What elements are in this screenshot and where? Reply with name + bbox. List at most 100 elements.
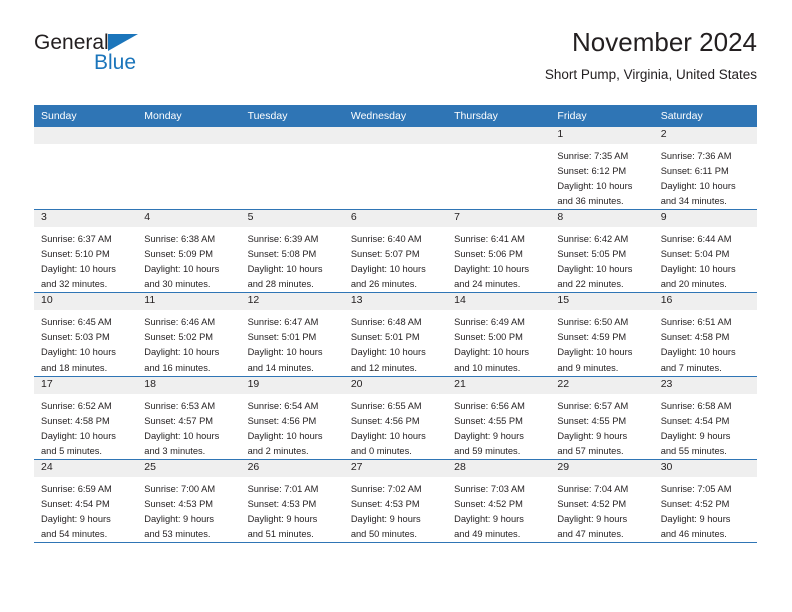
daylight-duration-line2: and 3 minutes. — [144, 445, 206, 456]
sunset-time: Sunset: 5:02 PM — [144, 332, 214, 343]
calendar-day-cell[interactable]: 27 Sunrise: 7:02 AM Sunset: 4:53 PM Dayligh… — [343, 458, 448, 543]
daylight-duration-line1: Daylight: 10 hours — [350, 347, 426, 358]
calendar-day-cell-empty — [343, 127, 448, 210]
calendar-day-cell[interactable]: 29 Sunrise: 7:04 AM Sunset: 4:52 PM Dayligh… — [550, 458, 654, 543]
sunrise-time: Sunrise: 7:35 AM — [557, 151, 629, 161]
day-details: Sunrise: 7:03 AM Sunset: 4:52 PM Daylight:… — [447, 477, 550, 542]
daylight-duration-line2: and 51 minutes. — [247, 528, 314, 539]
calendar-day-cell[interactable]: 13 Sunrise: 6:48 AM Sunset: 5:01 PM Dayligh… — [343, 292, 448, 377]
day-details: Sunrise: 7:04 AM Sunset: 4:52 PM Daylight:… — [550, 477, 653, 542]
calendar-day-cell[interactable]: 12 Sunrise: 6:47 AM Sunset: 5:01 PM Dayligh… — [240, 292, 344, 377]
day-number: 15 — [550, 293, 654, 311]
daylight-duration-line2: and 54 minutes. — [41, 528, 108, 539]
calendar-day-cell[interactable]: 26 Sunrise: 7:01 AM Sunset: 4:53 PM Dayligh… — [240, 458, 344, 543]
calendar-day-cell-empty — [240, 127, 344, 210]
calendar-day-cell[interactable]: 22 Sunrise: 6:57 AM Sunset: 4:55 PM Dayligh… — [550, 375, 654, 460]
calendar-day-cell[interactable]: 21 Sunrise: 6:56 AM Sunset: 4:55 PM Dayligh… — [447, 375, 551, 460]
daylight-duration-line1: Daylight: 10 hours — [557, 181, 633, 192]
general-blue-logo[interactable]: General Blue — [34, 32, 164, 80]
calendar-day-cell[interactable]: 8 Sunrise: 6:42 AM Sunset: 5:05 PM Daylight… — [550, 209, 654, 293]
sunrise-time: Sunrise: 6:51 AM — [660, 317, 732, 328]
calendar-day-cell[interactable]: 23 Sunrise: 6:58 AM Sunset: 4:54 PM Dayligh… — [653, 375, 757, 460]
calendar-day-cell[interactable]: 5 Sunrise: 6:39 AM Sunset: 5:08 PM Daylight… — [240, 209, 344, 293]
sunrise-time: Sunrise: 6:50 AM — [557, 317, 629, 328]
daylight-duration-line2: and 0 minutes. — [350, 445, 412, 456]
daylight-duration-line1: Daylight: 10 hours — [41, 347, 116, 358]
daylight-duration-line2: and 49 minutes. — [454, 528, 521, 539]
calendar-page: General Blue November 2024 Short Pump, V… — [0, 0, 792, 612]
day-number: 26 — [240, 459, 344, 477]
daylight-duration-line1: Daylight: 9 hours — [454, 513, 524, 524]
calendar-day-cell[interactable]: 11 Sunrise: 6:46 AM Sunset: 5:02 PM Dayligh… — [137, 292, 241, 377]
title-block: November 2024 Short Pump, Virginia, Unit… — [545, 27, 757, 82]
day-details: Sunrise: 6:56 AM Sunset: 4:55 PM Daylight:… — [447, 394, 550, 459]
calendar-day-cell[interactable]: 18 Sunrise: 6:53 AM Sunset: 4:57 PM Dayligh… — [137, 375, 241, 460]
calendar-day-cell[interactable]: 25 Sunrise: 7:00 AM Sunset: 4:53 PM Dayligh… — [137, 458, 241, 543]
day-number: 7 — [447, 210, 551, 228]
sunset-time: Sunset: 5:05 PM — [557, 249, 627, 260]
day-details: Sunrise: 6:49 AM Sunset: 5:00 PM Daylight:… — [447, 310, 550, 375]
sunrise-time: Sunrise: 6:44 AM — [660, 234, 732, 245]
sunrise-time: Sunrise: 6:58 AM — [660, 400, 732, 411]
calendar-day-cell[interactable]: 1 Sunrise: 7:35 AM Sunset: 6:12 PM Daylight… — [550, 127, 654, 210]
calendar-day-cell[interactable]: 14 Sunrise: 6:49 AM Sunset: 5:00 PM Dayligh… — [447, 292, 551, 377]
sunrise-time: Sunrise: 6:37 AM — [41, 234, 112, 245]
daylight-duration-line2: and 47 minutes. — [557, 528, 624, 539]
logo-text-blue: Blue — [94, 51, 137, 74]
sunrise-time: Sunrise: 7:00 AM — [144, 483, 216, 494]
daylight-duration-line1: Daylight: 10 hours — [454, 347, 530, 358]
day-number: 30 — [653, 459, 757, 477]
day-number: 12 — [240, 293, 344, 311]
calendar-day-cell[interactable]: 19 Sunrise: 6:54 AM Sunset: 4:56 PM Dayligh… — [240, 375, 344, 460]
sunset-time: Sunset: 4:57 PM — [144, 415, 214, 426]
calendar-day-cell[interactable]: 15 Sunrise: 6:50 AM Sunset: 4:59 PM Dayligh… — [550, 292, 654, 377]
sunset-time: Sunset: 5:00 PM — [454, 332, 523, 343]
calendar-day-cell[interactable]: 9 Sunrise: 6:44 AM Sunset: 5:04 PM Daylight… — [653, 209, 757, 293]
sunrise-time: Sunrise: 6:46 AM — [144, 317, 216, 328]
day-number: 13 — [343, 293, 448, 311]
day-details: Sunrise: 6:37 AM Sunset: 5:10 PM Daylight:… — [34, 227, 137, 292]
day-details: Sunrise: 6:54 AM Sunset: 4:56 PM Daylight:… — [241, 394, 344, 459]
calendar-day-cell[interactable]: 28 Sunrise: 7:03 AM Sunset: 4:52 PM Dayligh… — [447, 458, 551, 543]
day-number: 5 — [240, 210, 344, 228]
page-title: November 2024 — [572, 27, 757, 57]
calendar-day-cell[interactable]: 24 Sunrise: 6:59 AM Sunset: 4:54 PM Dayligh… — [34, 458, 138, 543]
calendar-day-cell[interactable]: 3 Sunrise: 6:37 AM Sunset: 5:10 PM Daylight… — [34, 209, 138, 293]
calendar-day-cell[interactable]: 7 Sunrise: 6:41 AM Sunset: 5:06 PM Daylight… — [447, 209, 551, 293]
calendar-day-cell[interactable]: 10 Sunrise: 6:45 AM Sunset: 5:03 PM Dayligh… — [34, 292, 138, 377]
day-number — [240, 127, 344, 144]
calendar-day-cell[interactable]: 17 Sunrise: 6:52 AM Sunset: 4:58 PM Dayligh… — [34, 375, 138, 460]
daylight-duration-line1: Daylight: 9 hours — [454, 430, 524, 441]
calendar-day-cell[interactable]: 20 Sunrise: 6:55 AM Sunset: 4:56 PM Dayligh… — [343, 375, 448, 460]
sunset-time: Sunset: 6:11 PM — [660, 166, 729, 177]
calendar-day-cell[interactable]: 30 Sunrise: 7:05 AM Sunset: 4:52 PM Dayligh… — [653, 458, 757, 543]
calendar-day-cell[interactable]: 4 Sunrise: 6:38 AM Sunset: 5:09 PM Daylight… — [137, 209, 241, 293]
sunset-time: Sunset: 4:58 PM — [660, 332, 730, 343]
calendar-day-cell[interactable]: 16 Sunrise: 6:51 AM Sunset: 4:58 PM Dayligh… — [653, 292, 757, 377]
day-details: Sunrise: 7:35 AM Sunset: 6:12 PM Daylight:… — [550, 144, 653, 209]
daylight-duration-line2: and 22 minutes. — [557, 279, 624, 290]
day-number: 23 — [653, 376, 757, 394]
sunset-time: Sunset: 4:54 PM — [660, 415, 730, 426]
sunset-time: Sunset: 4:54 PM — [41, 498, 110, 509]
sunrise-time: Sunrise: 7:05 AM — [660, 483, 732, 494]
sunrise-time: Sunrise: 6:54 AM — [247, 400, 319, 411]
day-details: Sunrise: 6:52 AM Sunset: 4:58 PM Daylight:… — [34, 394, 137, 459]
sunset-time: Sunset: 5:01 PM — [350, 332, 420, 343]
daylight-duration-line1: Daylight: 10 hours — [144, 264, 220, 275]
day-number: 25 — [137, 459, 241, 477]
day-number: 20 — [343, 376, 448, 394]
daylight-duration-line1: Daylight: 10 hours — [350, 264, 426, 275]
day-number: 22 — [550, 376, 654, 394]
calendar-day-cell[interactable]: 2 Sunrise: 7:36 AM Sunset: 6:11 PM Daylight… — [653, 127, 757, 210]
daylight-duration-line1: Daylight: 10 hours — [350, 430, 426, 441]
sunset-time: Sunset: 5:01 PM — [247, 332, 317, 343]
day-details: Sunrise: 6:47 AM Sunset: 5:01 PM Daylight:… — [241, 310, 344, 375]
day-details: Sunrise: 7:01 AM Sunset: 4:53 PM Daylight:… — [241, 477, 344, 542]
day-number: 28 — [447, 459, 551, 477]
calendar-day-cell[interactable]: 6 Sunrise: 6:40 AM Sunset: 5:07 PM Daylight… — [343, 209, 448, 293]
day-details: Sunrise: 6:46 AM Sunset: 5:02 PM Daylight:… — [137, 310, 240, 375]
day-number: 17 — [34, 376, 138, 394]
day-details: Sunrise: 6:57 AM Sunset: 4:55 PM Daylight:… — [550, 394, 653, 459]
day-details: Sunrise: 6:51 AM Sunset: 4:58 PM Daylight:… — [654, 310, 757, 375]
